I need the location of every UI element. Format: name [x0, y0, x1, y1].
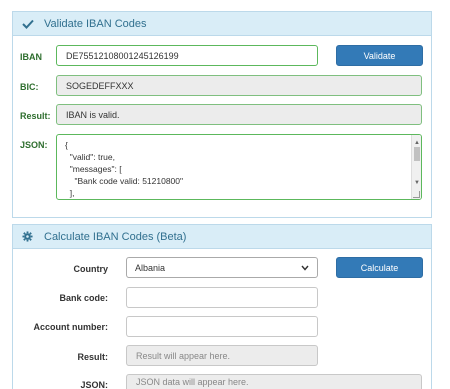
- scroll-down-icon[interactable]: ▼: [414, 177, 420, 189]
- validate-panel-title: Validate IBAN Codes: [44, 17, 147, 30]
- json-line: {: [65, 140, 68, 150]
- validate-panel-header: Validate IBAN Codes: [13, 12, 431, 36]
- country-label: Country: [73, 264, 109, 274]
- bic-field: SOGEDEFFXXX: [56, 75, 422, 96]
- account-number-label: Account number:: [33, 322, 108, 332]
- calc-result-field: Result will appear here.: [126, 345, 318, 366]
- result-field: IBAN is valid.: [56, 104, 422, 125]
- calculate-button[interactable]: Calculate: [336, 257, 423, 278]
- validate-button[interactable]: Validate: [336, 45, 423, 66]
- calculate-panel-header: Calculate IBAN Codes (Beta): [13, 225, 431, 249]
- calc-result-label: Result:: [77, 352, 108, 362]
- json-line: "messages": [: [65, 164, 122, 174]
- iban-input[interactable]: DE75512108001245126199: [56, 45, 318, 66]
- json-line: ],: [65, 188, 75, 198]
- bic-label: BIC:: [20, 82, 39, 92]
- checkmark-icon: [22, 19, 36, 29]
- chevron-down-icon: [301, 263, 309, 273]
- json-textarea[interactable]: { "valid": true, "messages": [ "Bank cod…: [56, 134, 422, 200]
- scroll-thumb[interactable]: [414, 147, 420, 161]
- result-label: Result:: [20, 111, 51, 121]
- country-select-value: Albania: [135, 262, 166, 273]
- calc-json-field: JSON data will appear here.: [126, 374, 422, 389]
- json-line: "Bank code valid: 51210800": [65, 176, 184, 186]
- iban-label: IBAN: [20, 52, 42, 62]
- json-label: JSON:: [20, 140, 48, 150]
- bank-code-label: Bank code:: [59, 293, 108, 303]
- resize-handle-icon[interactable]: [413, 191, 420, 198]
- bank-code-input[interactable]: [126, 287, 318, 308]
- calc-json-label: JSON:: [80, 380, 108, 389]
- account-number-input[interactable]: [126, 316, 318, 337]
- json-scrollbar[interactable]: ▲ ▼: [411, 135, 421, 199]
- gear-icon: [22, 231, 36, 242]
- json-line: "valid": true,: [65, 152, 115, 162]
- calculate-panel-title: Calculate IBAN Codes (Beta): [44, 230, 187, 243]
- country-select[interactable]: Albania: [126, 257, 318, 278]
